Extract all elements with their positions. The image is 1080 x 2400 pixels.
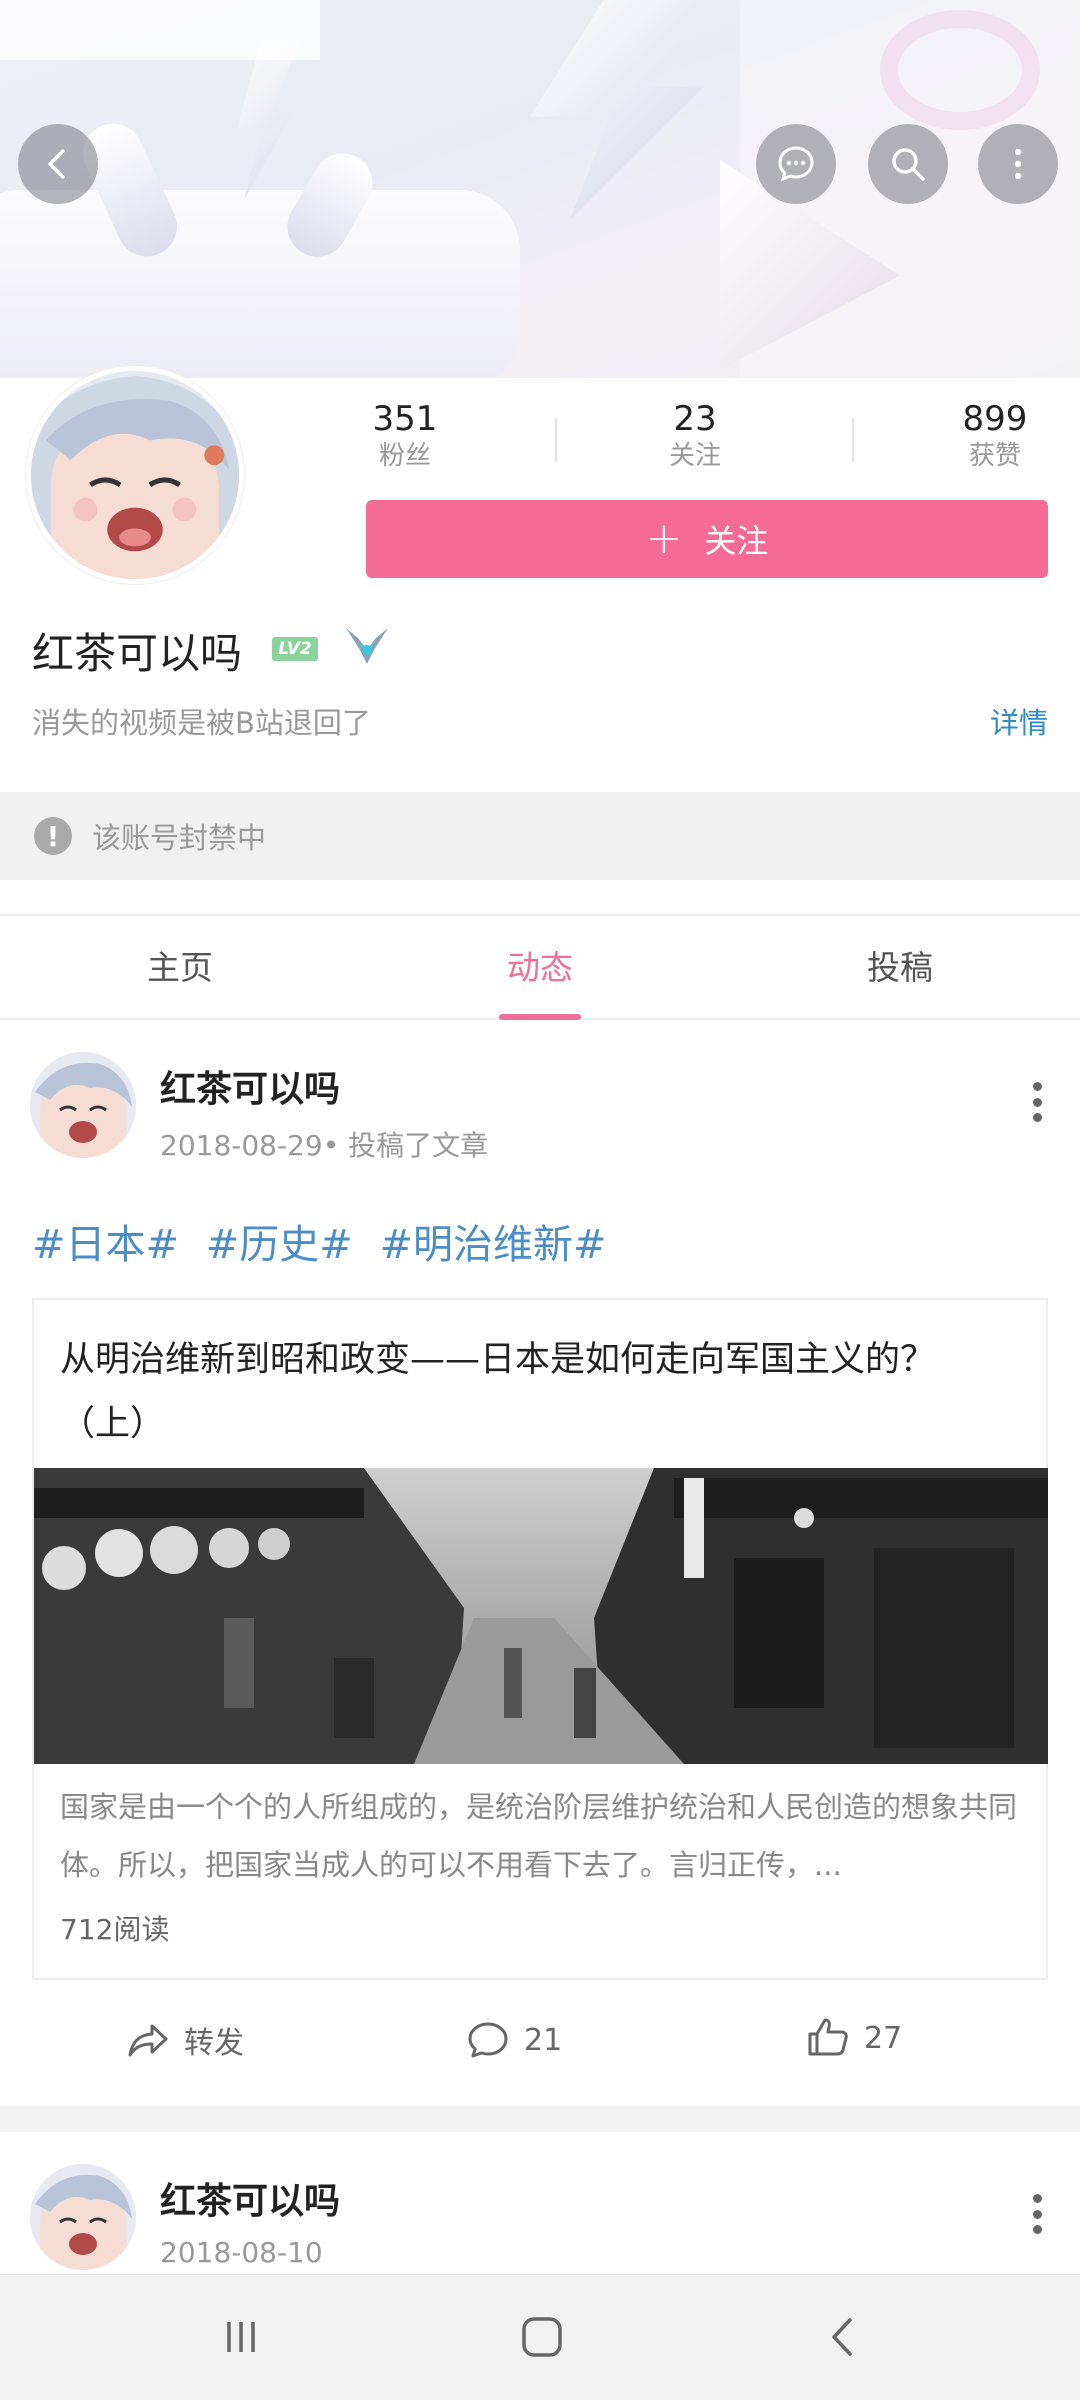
user-signature: 消失的视频是被B站退回了 [32, 706, 371, 740]
follow-button[interactable]: + 关注 [366, 500, 1048, 578]
banned-notice-text: 该账号封禁中 [92, 821, 267, 855]
active-tab-indicator [499, 1014, 581, 1020]
level-badge: LV2 [272, 637, 318, 661]
following-stat[interactable]: 23 关注 [630, 398, 760, 472]
post-tags: #日本# #历史# #明治维新# [32, 1212, 621, 1270]
vip-badge-icon[interactable] [340, 620, 394, 674]
profile-tabs: 主页 动态 投稿 [0, 914, 1080, 1020]
back-button[interactable] [18, 124, 98, 204]
back-icon [832, 2318, 852, 2356]
post-author[interactable]: 红茶可以吗 [160, 2172, 340, 2224]
fans-label: 粉丝 [378, 441, 431, 471]
tab-submissions[interactable]: 投稿 [800, 916, 1000, 1020]
message-icon [778, 146, 814, 182]
article-card[interactable]: 从明治维新到昭和政变——日本是如何走向军国主义的？（上） 国家是由一个个的人所组… [32, 1298, 1048, 1980]
back-icon [48, 149, 65, 179]
post-separator [0, 2106, 1080, 2132]
post-author[interactable]: 红茶可以吗 [160, 1060, 340, 1112]
post-more-icon[interactable] [1030, 2194, 1044, 2234]
system-back-button[interactable] [808, 2305, 878, 2369]
divider [555, 418, 557, 462]
article-title: 从明治维新到昭和政变——日本是如何走向军国主义的？（上） [60, 1340, 936, 1444]
comment-button[interactable]: 21 [464, 2016, 562, 2064]
like-button[interactable]: 27 [804, 2014, 902, 2062]
avatar-image [30, 2164, 136, 2270]
tag[interactable]: #日本# [32, 1222, 179, 1268]
fans-count: 351 [372, 399, 438, 439]
likes-count: 899 [962, 399, 1028, 439]
banner-decoration [530, 0, 720, 220]
search-icon [892, 148, 925, 181]
recent-apps-icon [227, 2322, 255, 2352]
comment-count: 21 [524, 2022, 563, 2058]
banner-decoration [880, 10, 1040, 130]
article-cover-image [34, 1468, 1048, 1764]
recent-apps-button[interactable] [206, 2305, 276, 2369]
post-avatar[interactable] [30, 2164, 136, 2270]
tab-dynamics[interactable]: 动态 [440, 916, 640, 1020]
avatar[interactable] [26, 366, 244, 584]
profile-stats: 351 粉丝 23 关注 899 获赞 [340, 398, 1050, 488]
post-meta: 2018-08-10 [160, 2236, 323, 2269]
plus-icon: + [645, 513, 683, 564]
tag[interactable]: #明治维新# [380, 1222, 607, 1268]
article-read-count: 712阅读 [60, 1913, 170, 1946]
following-label: 关注 [668, 441, 721, 471]
street-photo [34, 1468, 1048, 1764]
article-excerpt: 国家是由一个个的人所组成的，是统治阶层维护统治和人民创造的想象共同体。所以，把国… [60, 1790, 1018, 1882]
avatar-image [31, 371, 239, 579]
fans-stat[interactable]: 351 粉丝 [340, 398, 470, 472]
share-icon [128, 2024, 168, 2057]
comment-icon [468, 2022, 508, 2058]
share-label: 转发 [184, 2026, 244, 2061]
avatar-image [30, 1052, 136, 1158]
detail-link[interactable]: 详情 [990, 700, 1048, 742]
follow-button-label: 关注 [704, 522, 769, 560]
status-bar-area [0, 0, 320, 60]
share-button[interactable]: 转发 [124, 2016, 244, 2064]
message-button[interactable] [756, 124, 836, 204]
thumbs-up-icon [808, 2018, 848, 2056]
more-button[interactable] [978, 124, 1058, 204]
post-meta: 2018-08-29• 投稿了文章 [160, 1129, 489, 1162]
post-actions: 转发 21 27 [0, 2010, 1080, 2074]
likes-label: 获赞 [968, 441, 1021, 471]
banned-notice: ! 该账号封禁中 [0, 792, 1080, 880]
more-icon [1014, 148, 1022, 180]
warning-icon: ! [34, 817, 72, 855]
tag[interactable]: #历史# [206, 1222, 353, 1268]
post-more-icon[interactable] [1030, 1082, 1044, 1122]
likes-stat: 899 获赞 [930, 398, 1060, 472]
banner-decoration [237, 40, 300, 200]
search-button[interactable] [868, 124, 948, 204]
banner-decoration [0, 190, 520, 378]
like-count: 27 [864, 2020, 903, 2056]
tab-home[interactable]: 主页 [80, 916, 280, 1020]
following-count: 23 [673, 399, 717, 439]
post-avatar[interactable] [30, 1052, 136, 1158]
home-icon [522, 2317, 562, 2357]
username: 红茶可以吗 [32, 629, 243, 678]
system-nav-bar [0, 2274, 1080, 2400]
divider [852, 418, 854, 462]
home-button[interactable] [507, 2305, 577, 2369]
